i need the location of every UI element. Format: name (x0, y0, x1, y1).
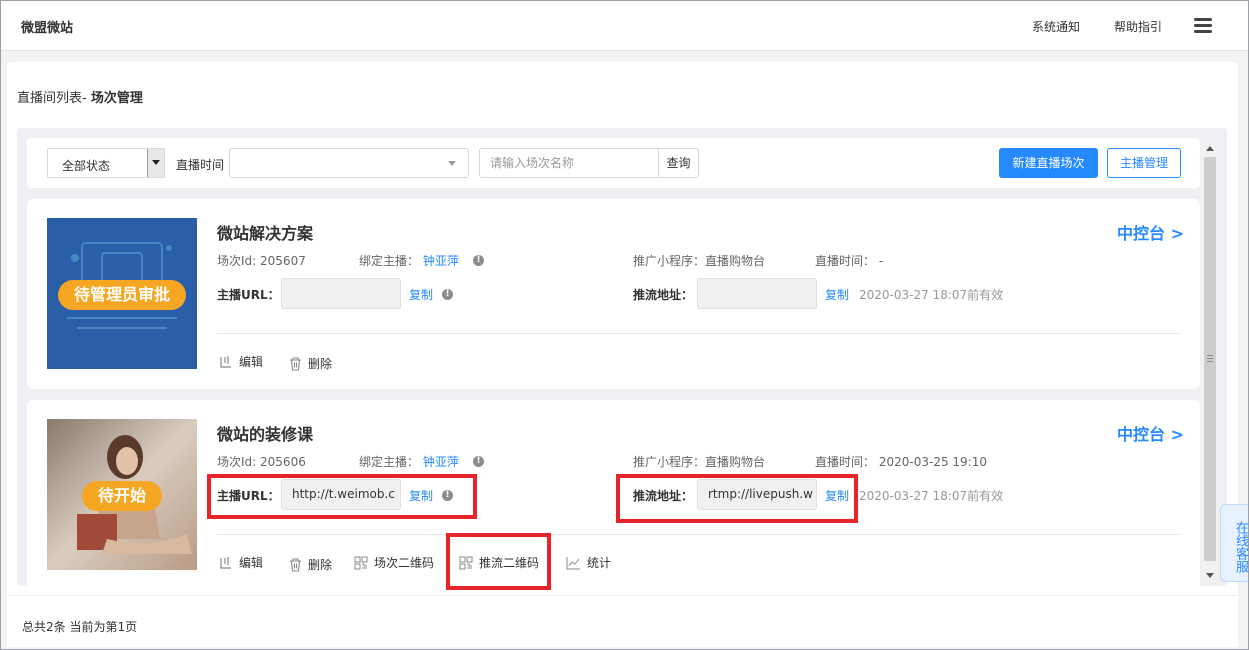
qrcode-icon (459, 556, 473, 570)
session-title: 微站的装修课 (217, 425, 314, 444)
info-icon[interactable]: ! (473, 456, 484, 467)
card-divider (217, 534, 1181, 535)
push-url-label: 推流地址： (633, 489, 694, 503)
delete-action[interactable]: 删除 (289, 355, 332, 372)
edit-icon (220, 356, 231, 368)
info-icon[interactable]: ! (442, 490, 453, 501)
live-time: 直播时间： 2020-03-25 19:10 (815, 455, 987, 469)
scroll-up-arrow-icon[interactable] (1206, 146, 1214, 151)
breadcrumb: 直播间列表- 场次管理 (17, 87, 143, 106)
bound-anchor: 绑定主播： 钟亚萍 (359, 455, 459, 469)
breadcrumb-parent[interactable]: 直播间列表- (17, 91, 91, 106)
push-url-field[interactable]: rtmp://livepush.w (697, 479, 817, 510)
session-id: 场次Id: 205607 (217, 254, 306, 268)
anchor-name-link[interactable]: 钟亚萍 (423, 455, 459, 469)
info-icon[interactable]: ! (473, 255, 484, 266)
edit-icon (220, 557, 231, 569)
anchor-url-label: 主播URL： (217, 288, 280, 302)
help-guide-link[interactable]: 帮助指引 (1114, 18, 1162, 35)
card-divider (217, 333, 1181, 334)
session-card (27, 199, 1200, 389)
session-card (27, 400, 1200, 592)
delete-action[interactable]: 删除 (289, 556, 332, 573)
push-url-label: 推流地址： (633, 288, 694, 302)
search-button[interactable]: 查询 (658, 148, 699, 178)
bound-anchor: 绑定主播： 钟亚萍 (359, 254, 459, 268)
menu-icon[interactable] (1194, 18, 1212, 34)
push-url-field[interactable] (697, 278, 817, 309)
anchor-url-label: 主播URL： (217, 489, 280, 503)
chart-icon (566, 557, 580, 570)
anchor-url-field[interactable]: http://t.weimob.c (281, 479, 401, 510)
push-qrcode-action[interactable]: 推流二维码 (459, 554, 539, 571)
pagination-summary: 总共2条 当前为第1页 (22, 620, 138, 634)
scrollbar-thumb[interactable] (1204, 157, 1216, 561)
session-title: 微站解决方案 (217, 224, 314, 243)
anchor-name-link[interactable]: 钟亚萍 (423, 254, 459, 268)
status-select-value: 全部状态 (62, 159, 111, 173)
valid-until-text: 2020-03-27 18:07前有效 (859, 288, 1004, 302)
qrcode-icon (354, 556, 368, 570)
anchor-management-button[interactable]: 主播管理 (1107, 148, 1181, 178)
live-time: 直播时间： - (815, 254, 884, 268)
top-bar: 微盟微站 系统通知 帮助指引 (1, 1, 1248, 51)
copy-url-button[interactable]: 复制 (409, 487, 433, 504)
dropdown-arrow-icon[interactable] (147, 149, 164, 177)
delete-icon (290, 558, 301, 572)
statistics-action[interactable]: 统计 (566, 554, 611, 571)
console-link[interactable]: 中控台 > (1117, 220, 1184, 244)
new-live-session-button[interactable]: 新建直播场次 (999, 148, 1098, 178)
status-badge: 待开始 (81, 481, 163, 511)
chevron-down-icon (448, 161, 456, 166)
session-cover-image: 待管理员审批 (47, 218, 197, 369)
pagination-footer (7, 595, 1238, 647)
valid-until-text: 2020-03-27 18:07前有效 (859, 489, 1004, 503)
copy-push-button[interactable]: 复制 (825, 487, 849, 504)
breadcrumb-current: 场次管理 (90, 91, 143, 106)
promo-program: 推广小程序：直播购物台 (633, 254, 766, 268)
edit-action[interactable]: 编辑 (219, 353, 263, 370)
console-link[interactable]: 中控台 > (1117, 421, 1184, 445)
session-name-search-input[interactable] (479, 148, 659, 178)
status-badge: 待管理员审批 (57, 280, 187, 310)
copy-url-button[interactable]: 复制 (409, 286, 433, 303)
info-icon[interactable]: ! (442, 289, 453, 300)
session-id: 场次Id: 205606 (217, 455, 306, 469)
anchor-url-field[interactable] (281, 278, 401, 309)
promo-program: 推广小程序：直播购物台 (633, 455, 766, 469)
copy-push-button[interactable]: 复制 (825, 286, 849, 303)
system-notify-link[interactable]: 系统通知 (1032, 18, 1080, 35)
session-cover-image: 待开始 (47, 419, 197, 570)
edit-action[interactable]: 编辑 (219, 554, 263, 571)
session-qrcode-action[interactable]: 场次二维码 (354, 554, 434, 571)
list-scrollbar[interactable] (1202, 141, 1218, 584)
delete-icon (290, 357, 301, 371)
live-time-label: 直播时间 (176, 158, 225, 172)
live-time-picker[interactable] (229, 148, 469, 178)
status-select[interactable]: 全部状态 (47, 148, 165, 178)
online-service-tab[interactable]: 在线客服 (1220, 504, 1248, 582)
brand-title: 微盟微站 (21, 21, 74, 36)
scroll-down-arrow-icon[interactable] (1206, 573, 1214, 578)
